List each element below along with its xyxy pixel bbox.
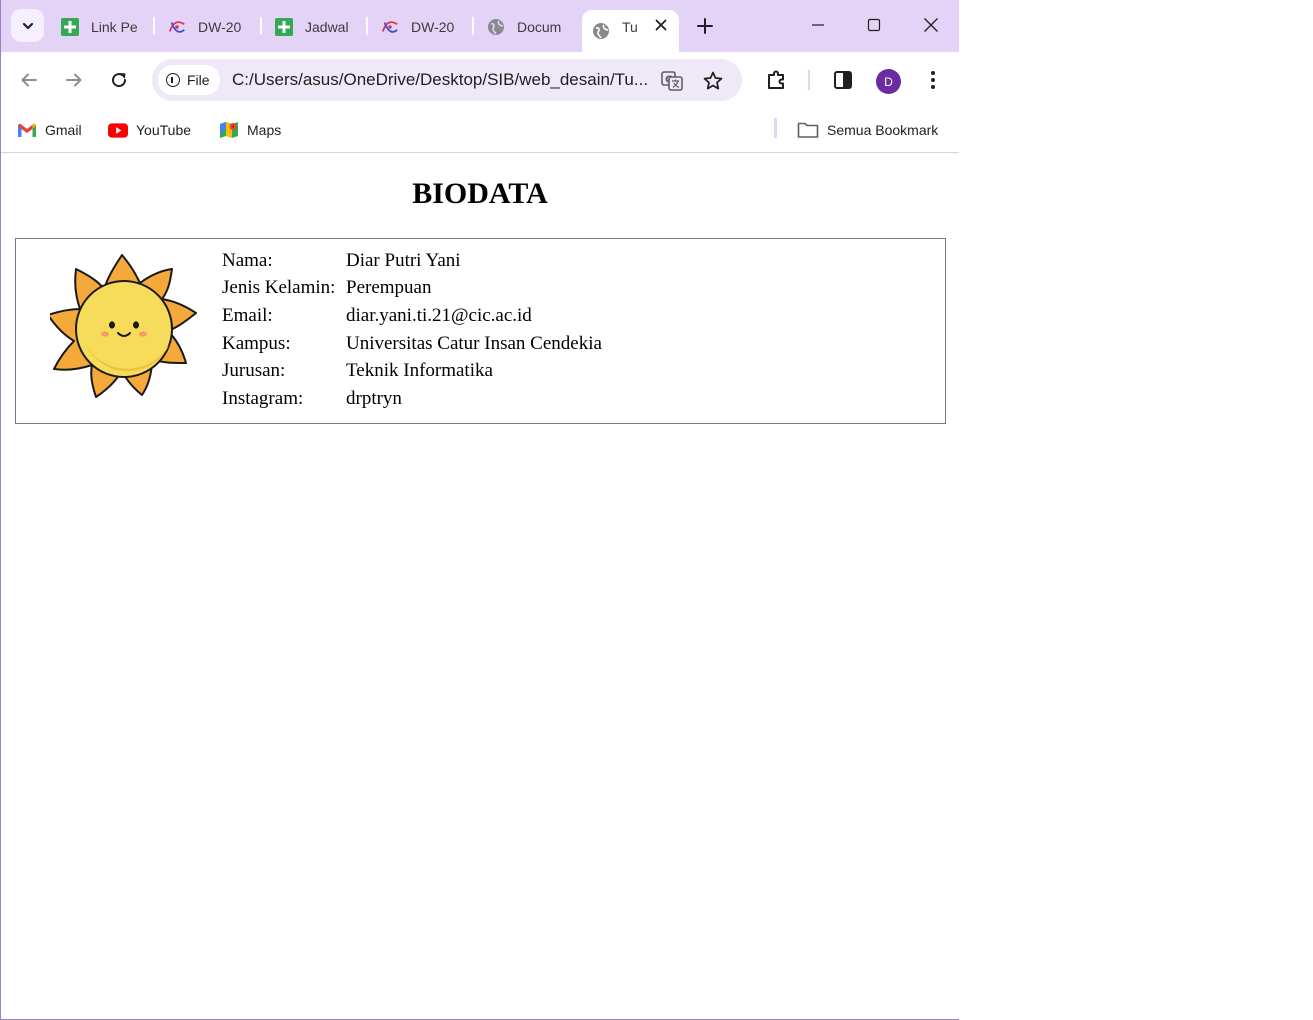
field-label-jenis-kelamin: Jenis Kelamin: xyxy=(222,277,336,299)
toolbar: File C:/Users/asus/OneDrive/Desktop/SIB/… xyxy=(1,52,959,108)
youtube-icon xyxy=(108,120,128,140)
tab-separator xyxy=(366,17,368,35)
folder-icon xyxy=(797,120,819,140)
close-window-button[interactable] xyxy=(916,10,946,40)
field-value-email: diar.yani.ti.21@cic.ac.id xyxy=(346,304,532,326)
tab-label: Docum xyxy=(517,19,562,35)
tab-search-button[interactable] xyxy=(11,9,44,42)
reload-button[interactable] xyxy=(103,64,135,96)
tab-separator xyxy=(153,17,155,35)
arrow-right-icon xyxy=(66,73,82,87)
site-info-label: File xyxy=(187,72,210,88)
bookmark-maps[interactable]: Maps xyxy=(219,118,281,142)
field-label-jurusan: Jurusan: xyxy=(222,360,286,382)
table-row: Nama: Diar Putri Yani xyxy=(220,247,604,275)
table-row: Instagram: drptryn xyxy=(220,385,604,413)
biodata-details: Nama: Diar Putri Yani Jenis Kelamin: Per… xyxy=(220,247,604,413)
tab-label: DW-20 xyxy=(198,19,242,35)
more-vertical-icon xyxy=(931,71,935,89)
bookmark-label: Gmail xyxy=(45,122,82,138)
back-button[interactable] xyxy=(13,64,45,96)
field-label-instagram: Instagram: xyxy=(222,387,304,409)
close-tab-icon[interactable] xyxy=(655,18,667,36)
gmail-icon xyxy=(17,120,37,140)
translate-icon[interactable]: G xyxy=(660,69,684,93)
puzzle-icon xyxy=(768,70,784,89)
browser-window: Link Pe DW-20 Jadwal DW-20 Docum Tu File… xyxy=(0,0,959,1020)
new-tab-button[interactable] xyxy=(693,12,717,40)
tab-jadwal[interactable]: Jadwal xyxy=(275,10,355,44)
sun-illustration xyxy=(50,254,197,398)
url-text[interactable]: C:/Users/asus/OneDrive/Desktop/SIB/web_d… xyxy=(232,70,657,90)
tab-document[interactable]: Docum xyxy=(487,10,567,44)
tab-label: DW-20 xyxy=(411,19,455,35)
forward-button[interactable] xyxy=(58,64,90,96)
tab-link-pe[interactable]: Link Pe xyxy=(61,10,141,44)
maximize-button[interactable] xyxy=(859,10,889,40)
tab-label: Jadwal xyxy=(305,19,349,35)
bookmark-label: YouTube xyxy=(136,122,192,138)
field-label-email: Email: xyxy=(222,304,273,326)
bookmarks-bar: Gmail YouTube Maps Semua Bookmark xyxy=(1,108,959,153)
field-value-kampus: Universitas Catur Insan Cendekia xyxy=(346,332,602,354)
all-bookmarks-folder[interactable]: Semua Bookmark xyxy=(797,118,938,142)
field-label-kampus: Kampus: xyxy=(222,332,291,354)
all-bookmarks-label: Semua Bookmark xyxy=(827,122,939,138)
close-icon xyxy=(924,18,938,32)
page-title: BIODATA xyxy=(412,177,548,210)
extensions-button[interactable] xyxy=(761,64,793,96)
tab-separator xyxy=(472,17,474,35)
minimize-button[interactable] xyxy=(803,10,833,40)
field-value-jurusan: Teknik Informatika xyxy=(346,360,493,382)
globe-icon xyxy=(592,22,610,40)
dw-logo-icon xyxy=(168,18,186,36)
tab-label: Link Pe xyxy=(91,19,138,35)
sheets-icon xyxy=(61,18,79,36)
info-icon xyxy=(166,73,180,87)
table-row: Jenis Kelamin: Perempuan xyxy=(220,275,604,303)
bookmark-youtube[interactable]: YouTube xyxy=(108,118,191,142)
reload-icon xyxy=(112,73,127,88)
tab-label: Tu xyxy=(622,19,638,35)
table-row: Email: diar.yani.ti.21@cic.ac.id xyxy=(220,302,604,330)
maximize-icon xyxy=(867,18,881,32)
tab-dw-20-a[interactable]: DW-20 xyxy=(168,10,248,44)
tab-active-tugas[interactable]: Tu xyxy=(582,10,679,52)
profile-avatar[interactable]: D xyxy=(876,69,901,94)
menu-button[interactable] xyxy=(917,64,949,96)
bookmark-star-icon[interactable] xyxy=(701,69,725,93)
field-label-nama: Nama: xyxy=(222,249,273,271)
side-panel-icon xyxy=(834,71,852,89)
arrow-left-icon xyxy=(21,73,37,87)
table-row: Kampus: Universitas Catur Insan Cendekia xyxy=(220,330,604,358)
dw-logo-icon xyxy=(381,18,399,36)
site-info-chip[interactable]: File xyxy=(158,65,220,95)
table-row: Jurusan: Teknik Informatika xyxy=(220,357,604,385)
chevron-down-icon xyxy=(22,22,33,29)
bookmark-label: Maps xyxy=(247,122,282,138)
biodata-table: Nama: Diar Putri Yani Jenis Kelamin: Per… xyxy=(15,238,946,424)
maps-icon xyxy=(219,120,239,140)
tab-separator xyxy=(260,17,262,35)
globe-icon xyxy=(487,18,505,36)
bookmark-gmail[interactable]: Gmail xyxy=(17,118,82,142)
bookmarks-separator xyxy=(774,118,777,138)
minimize-icon xyxy=(812,24,824,26)
page-viewport: BIODATA Nama: Diar Putri Yani Jenis Kela… xyxy=(1,153,959,1019)
toolbar-separator xyxy=(808,70,810,90)
plus-icon xyxy=(697,18,713,34)
side-panel-button[interactable] xyxy=(827,64,859,96)
sheets-icon xyxy=(275,18,293,36)
address-bar[interactable]: File C:/Users/asus/OneDrive/Desktop/SIB/… xyxy=(152,59,742,101)
tab-strip: Link Pe DW-20 Jadwal DW-20 Docum Tu xyxy=(1,0,959,52)
field-value-instagram: drptryn xyxy=(346,387,402,409)
tab-dw-20-b[interactable]: DW-20 xyxy=(381,10,461,44)
field-value-jenis-kelamin: Perempuan xyxy=(346,277,432,299)
field-value-nama: Diar Putri Yani xyxy=(346,249,461,271)
